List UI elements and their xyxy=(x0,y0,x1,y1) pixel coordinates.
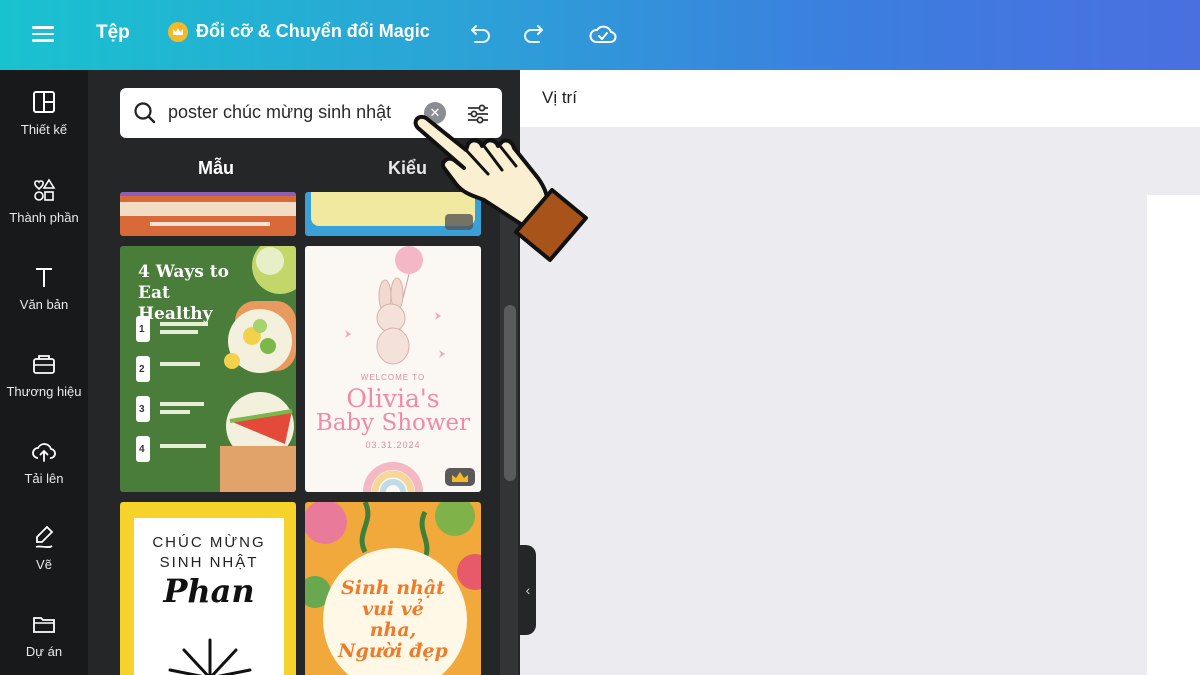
floral-birthday-text: Sinh nhật vui vẻ nha, Người đẹp xyxy=(305,578,481,662)
floral-text-line: Sinh nhật xyxy=(341,577,445,599)
search-input[interactable]: poster chúc mừng sinh nhật xyxy=(168,102,391,123)
elements-icon xyxy=(34,178,56,201)
crown-icon xyxy=(168,21,188,42)
sidebar-item-design[interactable]: Thiết kế xyxy=(0,88,88,158)
shower-welcome: WELCOME TO xyxy=(360,373,426,382)
step-number: 3 xyxy=(139,404,145,415)
search-icon xyxy=(134,102,156,124)
shower-title: Baby Shower xyxy=(315,410,471,436)
eat-healthy-title: 4 Ways to Eat Healthy xyxy=(138,262,229,324)
draw-icon xyxy=(35,525,54,549)
birthday-line2: SINH NHẬT xyxy=(159,554,259,571)
layout-icon xyxy=(33,91,55,113)
birthday-line1: CHÚC MỪNG xyxy=(152,534,266,551)
template-card-baby-shower[interactable]: WELCOME TO Olivia's Baby Shower 03.31.20… xyxy=(305,246,481,492)
shower-name: Olivia's xyxy=(346,384,440,413)
upload-icon xyxy=(32,443,56,462)
shower-date: 03.31.2024 xyxy=(365,440,421,450)
sidebar-item-draw[interactable]: Vẽ xyxy=(0,523,88,593)
collapse-panel-button[interactable]: ‹ xyxy=(520,545,536,635)
file-menu-button[interactable]: Tệp xyxy=(96,22,130,44)
context-toolbar: Vị trí xyxy=(520,70,1200,127)
floral-text-line: Người đẹp xyxy=(338,640,448,662)
template-card-birthday-phan[interactable]: CHÚC MỪNG SINH NHẬT Phan xyxy=(120,502,296,675)
top-bar: Tệp Đổi cỡ & Chuyển đổi Magic xyxy=(0,0,1200,70)
panel-scrollbar-thumb[interactable] xyxy=(504,305,516,481)
canva-editor: Tệp Đổi cỡ & Chuyển đổi Magic Thiết kế T… xyxy=(0,0,1200,675)
sidebar-item-projects[interactable]: Dự án xyxy=(0,610,88,675)
sidebar-item-label: Thiết kế xyxy=(20,122,68,137)
bunny-illustration xyxy=(345,246,475,492)
tab-templates[interactable]: Mẫu xyxy=(198,158,234,179)
left-sidebar: Thiết kế Thành phần Văn bản Thương hiệu … xyxy=(0,70,88,675)
sidebar-item-label: Dự án xyxy=(25,644,63,659)
folder-icon xyxy=(33,617,55,633)
sidebar-item-brand[interactable]: Thương hiệu xyxy=(0,350,88,420)
sidebar-item-elements[interactable]: Thành phần xyxy=(0,176,88,246)
template-card-floral-birthday[interactable]: Sinh nhật vui vẻ nha, Người đẹp xyxy=(305,502,481,675)
sidebar-item-label: Vẽ xyxy=(36,557,52,572)
magic-resize-label: Đổi cỡ & Chuyển đổi Magic xyxy=(196,21,430,41)
hamburger-menu-icon[interactable] xyxy=(32,23,54,45)
template-card[interactable] xyxy=(120,192,296,236)
floral-text-line: nha, xyxy=(369,619,417,641)
sidebar-item-label: Thương hiệu xyxy=(6,384,82,399)
birthday-name: Phan xyxy=(163,572,255,610)
design-page[interactable] xyxy=(1147,195,1200,675)
step-number: 2 xyxy=(139,364,145,375)
sidebar-item-label: Thành phần xyxy=(9,210,79,225)
cloud-saved-icon[interactable] xyxy=(588,20,618,50)
sunburst-icon xyxy=(168,638,252,675)
floral-text-line: vui vẻ xyxy=(362,598,424,620)
pointing-hand-icon xyxy=(413,115,588,262)
brand-icon xyxy=(33,355,55,374)
sidebar-item-label: Văn bản xyxy=(19,297,69,312)
position-button[interactable]: Vị trí xyxy=(542,88,577,108)
sidebar-item-uploads[interactable]: Tải lên xyxy=(0,437,88,507)
step-number: 4 xyxy=(139,444,145,455)
text-icon xyxy=(36,268,52,287)
sidebar-item-label: Tải lên xyxy=(24,471,64,486)
design-canvas-area: Vị trí xyxy=(520,70,1200,675)
sidebar-item-text[interactable]: Văn bản xyxy=(0,263,88,333)
undo-icon[interactable] xyxy=(464,20,494,50)
template-card-eat-healthy[interactable]: 4 Ways to Eat Healthy 1 2 3 4 xyxy=(120,246,296,492)
magic-resize-button[interactable]: Đổi cỡ & Chuyển đổi Magic xyxy=(168,21,430,42)
redo-icon[interactable] xyxy=(520,20,550,50)
step-number: 1 xyxy=(139,324,145,335)
